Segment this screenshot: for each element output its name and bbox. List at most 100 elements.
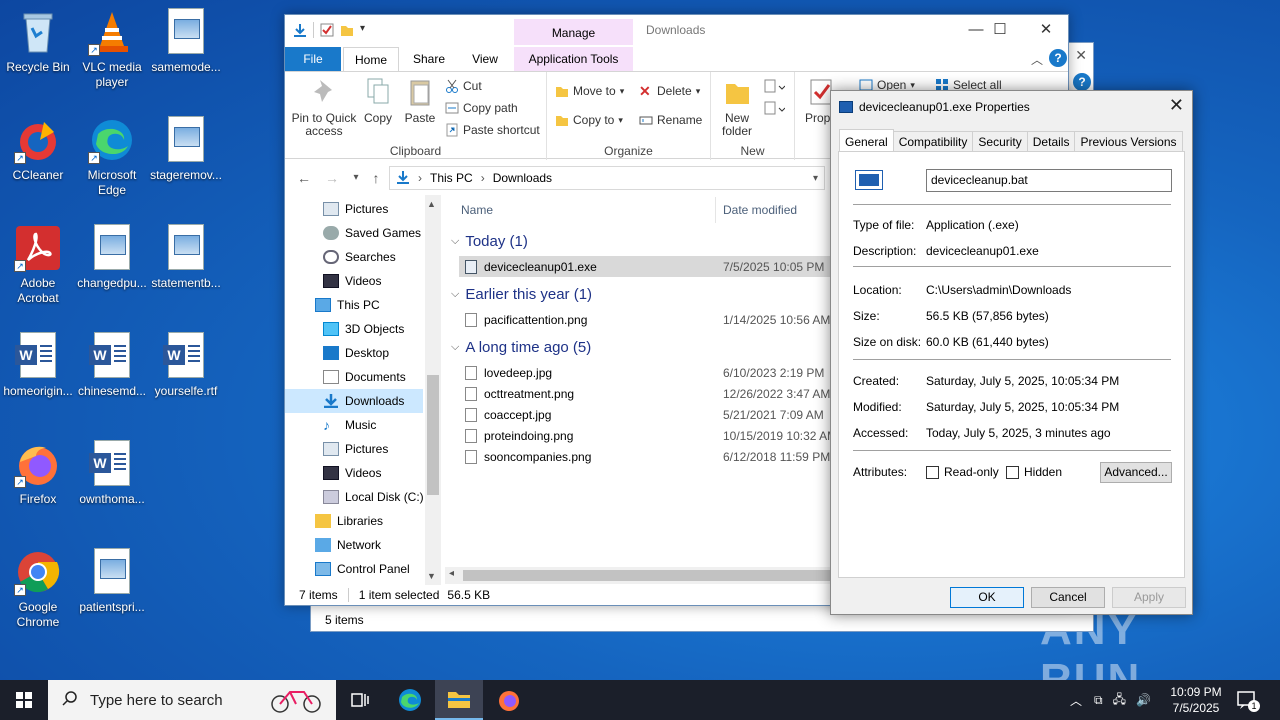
column-header-date-modified[interactable]: Date modified xyxy=(723,203,797,217)
scroll-down-icon[interactable]: ▼ xyxy=(427,571,436,581)
desktop-icon-file[interactable]: patientspri... xyxy=(74,548,150,615)
apply-button[interactable]: Apply xyxy=(1112,587,1186,608)
address-dropdown-icon[interactable]: ▾ xyxy=(813,173,818,184)
ok-button[interactable]: OK xyxy=(950,587,1024,608)
nav-item-this-pc[interactable]: This PC xyxy=(285,293,423,317)
back-arrow-icon[interactable]: ← xyxy=(295,169,313,187)
file-row[interactable]: devicecleanup01.exe 7/5/2025 10:05 PM xyxy=(459,256,832,277)
file-row[interactable]: sooncompanies.png 6/12/2018 11:59 PM xyxy=(459,446,832,467)
desktop-icon-file[interactable]: stageremov... xyxy=(148,116,224,183)
desktop-icon-file[interactable]: statementb... xyxy=(148,224,224,291)
forward-arrow-icon[interactable]: → xyxy=(323,169,341,187)
clock[interactable]: 10:09 PM 7/5/2025 xyxy=(1168,684,1224,716)
copy-button[interactable]: Copy xyxy=(361,76,395,125)
easy-access-icon[interactable] xyxy=(763,100,786,116)
file-row[interactable]: coaccept.jpg 5/21/2021 7:09 AM xyxy=(459,404,832,425)
read-only-checkbox[interactable]: Read-only xyxy=(926,465,999,479)
desktop-icon-word-doc[interactable]: W chinesemd... xyxy=(74,332,150,399)
back-window-help-icon[interactable]: ? xyxy=(1073,73,1091,91)
horizontal-scrollbar-thumb[interactable] xyxy=(463,570,832,581)
desktop-icon-word-doc[interactable]: W homeorigin... xyxy=(0,332,76,399)
nav-item-pictures[interactable]: Pictures xyxy=(285,197,423,221)
nav-item-local-disk[interactable]: Local Disk (C:) xyxy=(285,485,424,509)
file-row[interactable]: octtreatment.png 12/26/2022 3:47 AM xyxy=(459,383,832,404)
paste-button[interactable]: Paste xyxy=(401,76,439,125)
nav-item-control-panel[interactable]: Control Panel xyxy=(285,557,423,581)
scroll-left-icon[interactable]: ◂ xyxy=(449,568,454,579)
group-header-earlier-this-year[interactable]: ⌵ Earlier this year (1) xyxy=(451,286,592,303)
desktop-icon-acrobat[interactable]: ↗ Adobe Acrobat xyxy=(0,224,76,306)
delete-button[interactable]: ✕ Delete ▾ xyxy=(639,84,700,98)
title-bar[interactable]: ▾ Manage Downloads — ☐ ✕ xyxy=(285,15,1068,47)
maximize-icon[interactable]: ☐ xyxy=(977,15,1023,45)
new-item-icon[interactable] xyxy=(763,78,786,94)
nav-item-documents[interactable]: Documents xyxy=(285,365,423,389)
tab-view[interactable]: View xyxy=(461,47,509,71)
file-name-input[interactable]: devicecleanup.bat xyxy=(926,169,1172,192)
new-folder-icon[interactable] xyxy=(340,23,354,37)
tab-file[interactable]: File xyxy=(285,47,341,71)
properties-dialog[interactable]: devicecleanup01.exe Properties ✕ General… xyxy=(830,90,1193,615)
nav-item-desktop[interactable]: Desktop xyxy=(285,341,423,365)
notification-center-icon[interactable]: 1 xyxy=(1236,690,1260,712)
download-arrow-icon[interactable] xyxy=(293,23,307,37)
help-icon[interactable]: ? xyxy=(1049,49,1067,67)
nav-item-network[interactable]: Network xyxy=(285,533,423,557)
taskbar-firefox-icon[interactable] xyxy=(485,680,533,720)
nav-item-videos-2[interactable]: Videos xyxy=(285,461,423,485)
recent-locations-chevron-icon[interactable]: ▾ xyxy=(347,169,365,187)
file-row[interactable]: pacificattention.png 1/14/2025 10:56 AM xyxy=(459,309,832,330)
taskbar-edge-icon[interactable] xyxy=(386,680,434,720)
desktop-icon-ccleaner[interactable]: ↗ CCleaner xyxy=(0,116,76,183)
nav-item-libraries[interactable]: Libraries xyxy=(285,509,423,533)
desktop-icon-file[interactable]: changedpu... xyxy=(74,224,150,291)
collapse-ribbon-icon[interactable]: ︿ xyxy=(1031,51,1043,68)
desktop-icon-word-doc[interactable]: W yourselfe.rtf xyxy=(148,332,224,399)
chevron-up-icon[interactable]: ︿ xyxy=(1070,692,1082,709)
tab-security[interactable]: Security xyxy=(972,131,1028,151)
group-header-today[interactable]: ⌵ Today (1) xyxy=(451,233,528,250)
move-to-button[interactable]: Move to ▾ xyxy=(555,84,624,98)
network-status-icon[interactable]: ⧉ xyxy=(1094,693,1103,708)
copy-path-button[interactable]: Copy path xyxy=(445,101,518,115)
tab-share[interactable]: Share xyxy=(405,47,453,71)
nav-item-music[interactable]: ♪ Music xyxy=(285,413,423,437)
desktop-icon-chrome[interactable]: ↗ Google Chrome xyxy=(0,548,76,630)
desktop-icon-word-doc[interactable]: W ownthoma... xyxy=(74,440,150,507)
nav-item-3d-objects[interactable]: 3D Objects xyxy=(285,317,423,341)
desktop-icon-firefox[interactable]: ↗ Firefox xyxy=(0,440,76,507)
desktop-icon-file[interactable]: samemode... xyxy=(148,8,224,75)
nav-item-pictures-2[interactable]: Pictures xyxy=(285,437,423,461)
tab-general[interactable]: General xyxy=(839,129,894,151)
task-view-icon[interactable] xyxy=(336,680,384,720)
file-row[interactable]: proteindoing.png 10/15/2019 10:32 AM xyxy=(459,425,832,446)
taskbar-search-box[interactable]: Type here to search xyxy=(48,680,336,720)
taskbar-file-explorer-icon[interactable] xyxy=(435,680,483,720)
back-window-close-icon[interactable]: ✕ xyxy=(1075,47,1087,64)
breadcrumb-downloads[interactable]: Downloads xyxy=(493,171,552,185)
column-header-name[interactable]: Name xyxy=(461,203,493,217)
tab-compatibility[interactable]: Compatibility xyxy=(892,131,974,151)
cut-button[interactable]: Cut xyxy=(445,79,482,93)
tab-home[interactable]: Home xyxy=(343,47,399,71)
nav-item-downloads[interactable]: Downloads xyxy=(285,389,423,413)
breadcrumb-this-pc[interactable]: This PC xyxy=(430,171,473,185)
start-button[interactable] xyxy=(0,680,48,720)
nav-scrollbar-thumb[interactable] xyxy=(427,375,439,495)
ethernet-icon[interactable]: 🖧 xyxy=(1113,690,1126,711)
close-icon[interactable]: ✕ xyxy=(1023,15,1069,45)
group-header-long-time-ago[interactable]: ⌵ A long time ago (5) xyxy=(451,339,591,356)
scroll-up-icon[interactable]: ▲ xyxy=(427,199,436,209)
desktop-icon-edge[interactable]: ↗ Microsoft Edge xyxy=(74,116,150,198)
desktop-icon-recycle-bin[interactable]: Recycle Bin xyxy=(0,8,76,75)
tab-details[interactable]: Details xyxy=(1026,131,1076,151)
hidden-checkbox[interactable]: Hidden xyxy=(1006,465,1062,479)
volume-icon[interactable]: 🔊 xyxy=(1136,693,1151,707)
paste-shortcut-button[interactable]: Paste shortcut xyxy=(445,123,540,137)
dialog-close-icon[interactable]: ✕ xyxy=(1169,95,1184,116)
properties-check-icon[interactable] xyxy=(320,23,334,37)
file-row[interactable]: lovedeep.jpg 6/10/2023 2:19 PM xyxy=(459,362,832,383)
chevron-down-icon[interactable]: ▾ xyxy=(360,23,374,37)
nav-item-saved-games[interactable]: Saved Games xyxy=(285,221,423,245)
tab-previous-versions[interactable]: Previous Versions xyxy=(1074,131,1183,151)
